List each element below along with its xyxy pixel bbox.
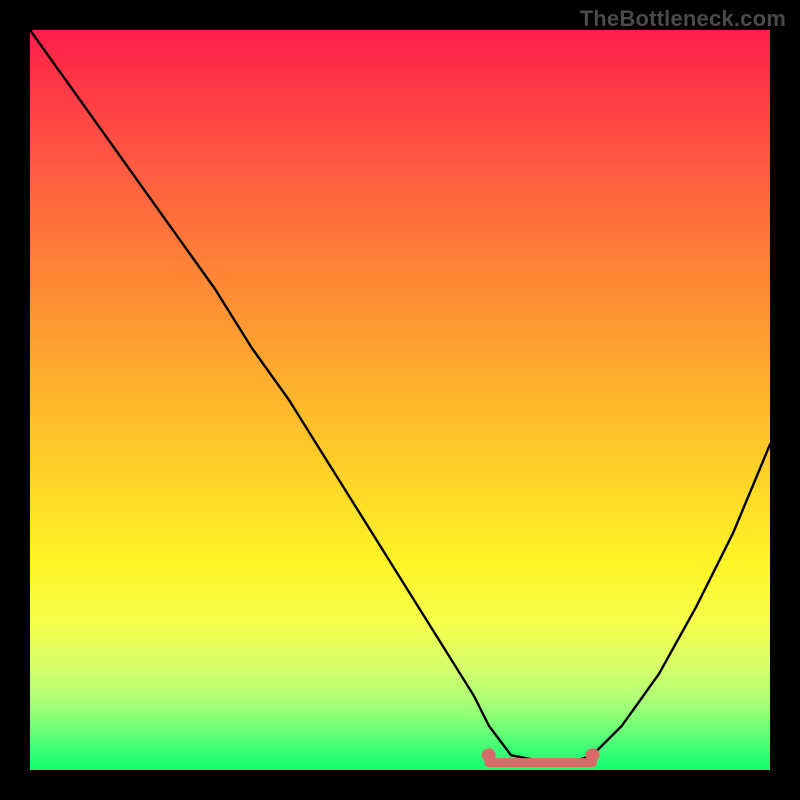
bottleneck-curve [30,30,770,763]
curve-svg [30,30,770,770]
optimal-start-marker [482,748,496,762]
chart-container: TheBottleneck.com [0,0,800,800]
plot-area [30,30,770,770]
optimal-end-marker [585,748,599,762]
watermark-text: TheBottleneck.com [580,6,786,32]
